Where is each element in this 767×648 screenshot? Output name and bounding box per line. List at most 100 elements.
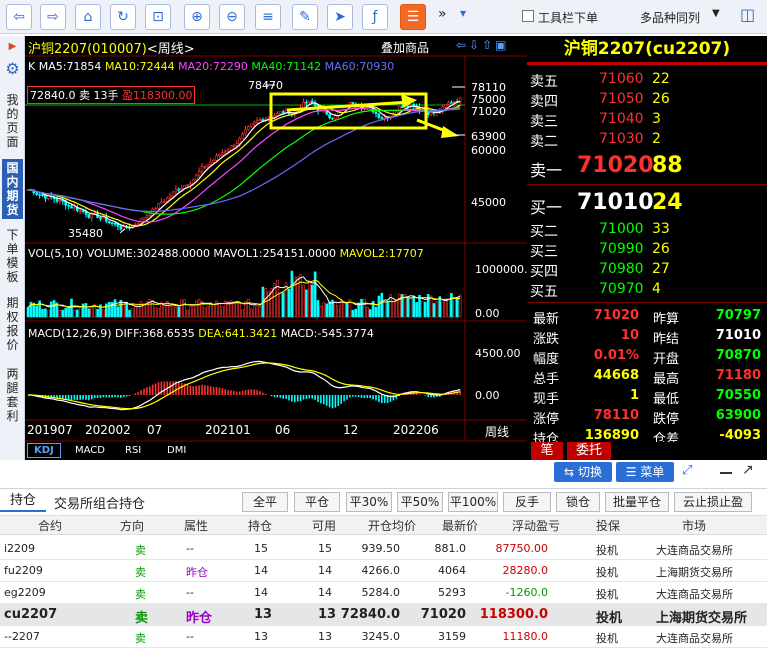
refresh-icon[interactable]: ↻ xyxy=(110,4,136,30)
formula-icon[interactable]: ƒ xyxy=(362,4,388,30)
collapse-arrow-icon[interactable]: ▶ xyxy=(2,40,23,54)
forward-icon[interactable]: ⇨ xyxy=(40,4,66,30)
cell-attr: 昨仓 xyxy=(186,566,208,579)
menu-button-label: 菜单 xyxy=(640,465,665,479)
cell-pos: 15 xyxy=(254,542,268,555)
ask-row[interactable]: 卖五 71060 22 xyxy=(527,69,767,90)
stat-value: 1 xyxy=(629,388,639,403)
menu-button[interactable]: ☰ 菜单 xyxy=(616,462,674,482)
home-icon[interactable]: ⌂ xyxy=(75,4,101,30)
multi-same-column-label[interactable]: 多品种同列 xyxy=(640,9,700,26)
bid-row[interactable]: 买四 70980 27 xyxy=(527,259,767,280)
col-last-price[interactable]: 最新价 xyxy=(442,517,478,534)
chart-tools-icon[interactable]: ⇦⇩⇧▣ xyxy=(456,38,510,52)
bid-row[interactable]: 买二 71000 33 xyxy=(527,219,767,240)
table-row[interactable]: eg2209 卖 -- 14 14 5284.0 5293 -1260.0 投机 大连商品交易所 xyxy=(0,582,767,604)
cell-attr: -- xyxy=(186,542,194,555)
col-float-pnl[interactable]: 浮动盈亏 xyxy=(512,517,560,534)
minimize-icon[interactable] xyxy=(720,472,732,474)
pin-icon[interactable]: ⤢ xyxy=(682,463,692,478)
cursor-icon[interactable]: ➤ xyxy=(327,4,353,30)
close-100-button[interactable]: 平100% xyxy=(448,492,498,512)
tab-exchange-combo[interactable]: 交易所组合持仓 xyxy=(54,493,145,512)
indicator-icon[interactable]: ≡ xyxy=(255,4,281,30)
cell-open: 5284.0 xyxy=(361,586,401,599)
table-row[interactable]: i2209 卖 -- 15 15 939.50 881.0 87750.00 投机 大连商品交易所 xyxy=(0,538,767,560)
col-market[interactable]: 市场 xyxy=(682,517,706,534)
draw-line-icon[interactable]: ✎ xyxy=(292,4,318,30)
sidebar-item-domestic-futures[interactable]: 国内期货 xyxy=(2,159,23,219)
back-icon[interactable]: ⇦ xyxy=(6,4,32,30)
bid1-volume: 24 xyxy=(652,190,683,215)
dropdown-icon[interactable]: ▾ xyxy=(460,6,466,20)
toolbar-order-checkbox[interactable] xyxy=(522,10,534,22)
sidebar-item-two-leg-arbitrage[interactable]: 两腿套利 xyxy=(2,367,23,423)
close-50-button[interactable]: 平50% xyxy=(397,492,443,512)
more-tools-icon[interactable]: » xyxy=(438,6,447,22)
col-hedge[interactable]: 投保 xyxy=(596,517,620,534)
sidebar-item-option-quote[interactable]: 期权报价 xyxy=(2,296,23,352)
axis-price-last: 71020 xyxy=(471,105,506,118)
overlay-button[interactable]: 叠加商品 xyxy=(381,39,429,56)
ask-row[interactable]: 卖四 71050 26 xyxy=(527,89,767,110)
cell-dir: 卖 xyxy=(135,588,146,601)
bid-price: 71000 xyxy=(599,221,644,237)
col-position[interactable]: 持仓 xyxy=(248,517,272,534)
tab-macd[interactable]: MACD xyxy=(75,445,105,456)
col-attribute[interactable]: 属性 xyxy=(184,517,208,534)
crop-icon[interactable]: ⊡ xyxy=(145,4,171,30)
bid1-row[interactable]: 买一 71010 24 xyxy=(527,187,767,219)
projection-arrow-head xyxy=(441,126,459,138)
bid-row[interactable]: 买三 70990 26 xyxy=(527,239,767,260)
date-label-12: 12 xyxy=(343,423,359,437)
switch-button[interactable]: ⇆ 切换 xyxy=(554,462,612,482)
chart-period[interactable]: <周线> xyxy=(147,42,195,57)
stat-label: 总手 xyxy=(533,372,560,387)
sidebar-item-order-template[interactable]: 下单模板 xyxy=(2,228,23,284)
settings-gear-icon[interactable]: ⚙ xyxy=(2,61,23,77)
kline-chart[interactable]: 沪铜2207(010007)<周线> 叠加商品 ⇦⇩⇧▣ K MA5:71854… xyxy=(25,36,528,460)
ma60-label: MA60:70930 xyxy=(324,60,395,73)
table-row[interactable]: fu2209 卖 昨仓 14 14 4266.0 4064 28280.0 投机 上海期货交易所 xyxy=(0,560,767,582)
order-list-icon[interactable]: ☰ xyxy=(400,4,426,30)
table-row[interactable]: cu2207 卖昨仓 13 13 72840.0 71020 118300.0 投机 上海期货交… xyxy=(0,604,767,626)
zoom-out-icon[interactable]: ⊖ xyxy=(219,4,245,30)
ask-row[interactable]: 卖三 71040 3 xyxy=(527,109,767,130)
cell-dir: 卖 xyxy=(135,632,146,645)
menu-icon: ☰ xyxy=(625,465,637,479)
close-button[interactable]: 平仓 xyxy=(294,492,340,512)
expand-icon[interactable]: ↗ xyxy=(742,462,754,478)
stat-label: 开盘 xyxy=(653,352,680,367)
cell-pnl: 87750.00 xyxy=(495,542,549,555)
cell-pnl: 118300.0 xyxy=(479,607,548,622)
cloud-stop-button[interactable]: 云止损止盈 xyxy=(674,492,752,512)
ask-volume: 3 xyxy=(652,111,661,127)
reverse-button[interactable]: 反手 xyxy=(503,492,551,512)
position-tag[interactable]: 72840.0 卖 13手 盈118300.00 xyxy=(27,86,196,104)
col-available[interactable]: 可用 xyxy=(312,517,336,534)
tab-kdj[interactable]: KDJ xyxy=(27,443,61,458)
tab-orders[interactable]: 委托 xyxy=(567,442,611,460)
bid-row[interactable]: 买五 70970 4 xyxy=(527,279,767,300)
stat-label: 昨结 xyxy=(653,332,680,347)
close-30-button[interactable]: 平30% xyxy=(346,492,392,512)
col-direction[interactable]: 方向 xyxy=(120,517,144,534)
zoom-in-icon[interactable]: ⊕ xyxy=(184,4,210,30)
tab-positions[interactable]: 持仓 xyxy=(0,490,46,512)
sidebar-item-my-page[interactable]: 我的页面 xyxy=(2,93,23,149)
table-row[interactable]: --2207 卖 -- 13 13 3245.0 3159 11180.0 投机 大连商品交易所 xyxy=(0,626,767,648)
tab-rsi[interactable]: RSI xyxy=(125,445,141,456)
tab-dmi[interactable]: DMI xyxy=(167,445,186,456)
ask1-row[interactable]: 卖一 71020 88 xyxy=(527,150,767,182)
layout-icon[interactable]: ◫ xyxy=(740,5,755,24)
batch-close-button[interactable]: 批量平仓 xyxy=(605,492,669,512)
tab-trades[interactable]: 笔 xyxy=(531,442,563,460)
dropdown-arrow-icon[interactable]: ▼ xyxy=(712,8,720,19)
ask-row[interactable]: 卖二 71030 2 xyxy=(527,129,767,150)
col-open-price[interactable]: 开仓均价 xyxy=(368,517,416,534)
ma-prefix: K xyxy=(28,60,36,73)
lock-button[interactable]: 锁仓 xyxy=(556,492,600,512)
col-contract[interactable]: 合约 xyxy=(38,517,62,534)
close-all-button[interactable]: 全平 xyxy=(242,492,288,512)
stat-value: 78110 xyxy=(593,408,639,423)
